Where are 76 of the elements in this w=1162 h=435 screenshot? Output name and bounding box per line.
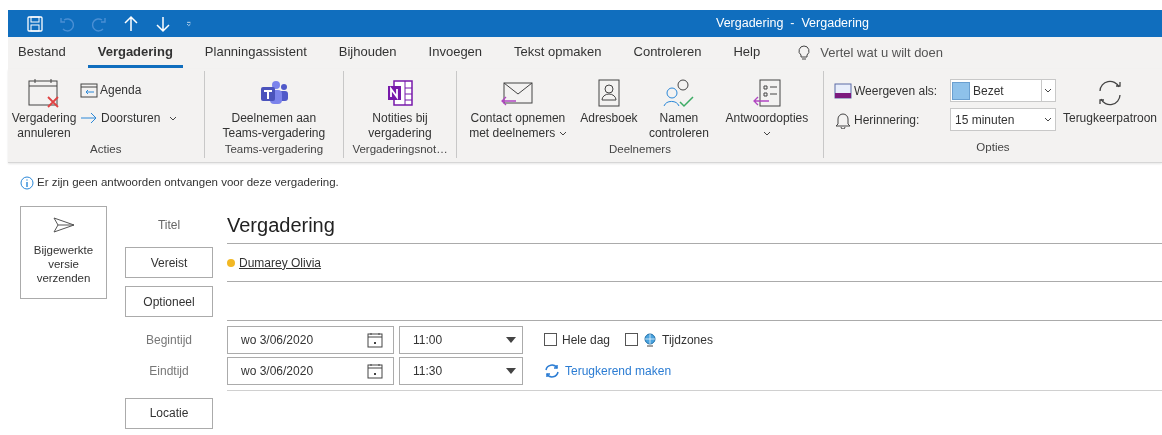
time-dropdown[interactable]: 11:00 [399,325,523,354]
checkbox[interactable] [544,333,557,346]
reminder-label: Herinnering: [854,111,921,129]
teams-join-button[interactable]: Deelnemen aan Teams-vergadering [208,71,339,141]
required-button[interactable]: Vereist [125,247,213,278]
show-as-dropdown[interactable]: Bezet [950,79,1056,102]
list-arrow-icon [751,78,782,108]
caret-icon [762,131,771,137]
recurrence-icon [544,363,560,378]
info-icon [20,176,34,190]
ribbon-tab[interactable]: Tekst opmaken [504,38,612,68]
all-day-label: Hele dag [562,331,611,349]
optional-button[interactable]: Optioneel [125,286,213,317]
window-title: Vergadering - Vergadering [716,15,869,33]
ribbon-tab[interactable]: Planningassistent [194,38,317,68]
status-swatch [952,81,970,100]
start-time-label: Begintijd [145,331,193,349]
date-field[interactable]: wo 3/06/2020 [227,356,394,385]
calendar-icon [367,331,383,348]
ribbon-tab[interactable]: Help [723,38,771,68]
cancel-meeting-button[interactable]: Vergadering annuleren [8,71,80,141]
recurrence-button[interactable]: Terugkeerpatroon [1058,71,1162,131]
calendar-cancel-icon [26,77,62,109]
contact-attendees-button[interactable]: Contact opnemen met deelnemers [462,71,573,141]
group-label: Vergaderingsnot… [352,142,448,157]
info-message: Er zijn geen antwoorden ontvangen voor deze vergadering. [37,175,339,191]
location-button[interactable]: Locatie [125,397,213,429]
make-recurring-link[interactable]: Terugkerend maken [544,361,672,380]
arrow-right-icon [80,112,98,124]
reminder-dropdown[interactable]: 15 minuten [950,108,1056,131]
bell-icon [834,110,852,129]
end-time-label: Eindtijd [148,362,190,380]
group-label: Acties [89,142,123,157]
teams-icon [258,80,289,106]
caret-icon [169,116,178,122]
lightbulb-icon [798,45,811,61]
dropdown-icon [506,336,516,343]
address-book-button[interactable]: Adresboek [576,71,641,141]
send-update-button[interactable]: Bijgewerkte versie verzenden [20,206,107,299]
arrow-up-icon[interactable] [122,14,140,33]
notebook-icon [385,79,416,107]
caret-icon [1044,117,1052,122]
title-field[interactable]: Vergadering [227,209,1162,240]
show-as-label: Weergeven als: [854,82,939,100]
ribbon-tab[interactable]: Bestand [8,38,76,68]
address-book-icon [596,78,621,108]
show-as-icon [834,82,852,99]
forward-button[interactable]: Doorsturen [80,109,178,127]
ribbon-tab[interactable]: Controleren [623,38,712,68]
attendee-link[interactable]: Dumarey Olivia [239,253,322,272]
calendar-icon [80,82,98,98]
ribbon-tab[interactable]: Invoegen [418,38,493,68]
send-icon [51,217,76,233]
globe-icon [643,332,658,347]
group-label: Opties [975,139,1011,155]
time-zones-label: Tijdzones [662,331,713,349]
agenda-button[interactable]: Agenda [80,81,178,99]
response-options-button[interactable]: Antwoordopties [716,71,817,141]
check-names-button[interactable]: Namen controleren [644,71,713,141]
meeting-notes-button[interactable]: Notities bij vergadering [350,71,451,141]
calendar-icon [367,362,383,379]
envelope-icon [499,79,536,107]
tell-me-field[interactable]: Vertel wat u wilt doen [820,43,1021,63]
group-label: Deelnemers [607,142,672,157]
date-field[interactable]: wo 3/06/2020 [227,325,394,354]
checkbox[interactable] [625,333,639,346]
save-icon[interactable] [26,14,44,33]
title-label: Titel [156,216,182,234]
people-check-icon [661,78,696,108]
time-dropdown[interactable]: 11:30 [399,356,523,385]
dropdown-icon [506,367,516,374]
group-label: Teams-vergadering [224,142,324,157]
caret-icon [558,131,567,137]
ribbon-tab[interactable]: Bijhouden [328,38,407,68]
caret-icon [1044,88,1053,93]
arrow-down-icon[interactable] [154,14,172,33]
